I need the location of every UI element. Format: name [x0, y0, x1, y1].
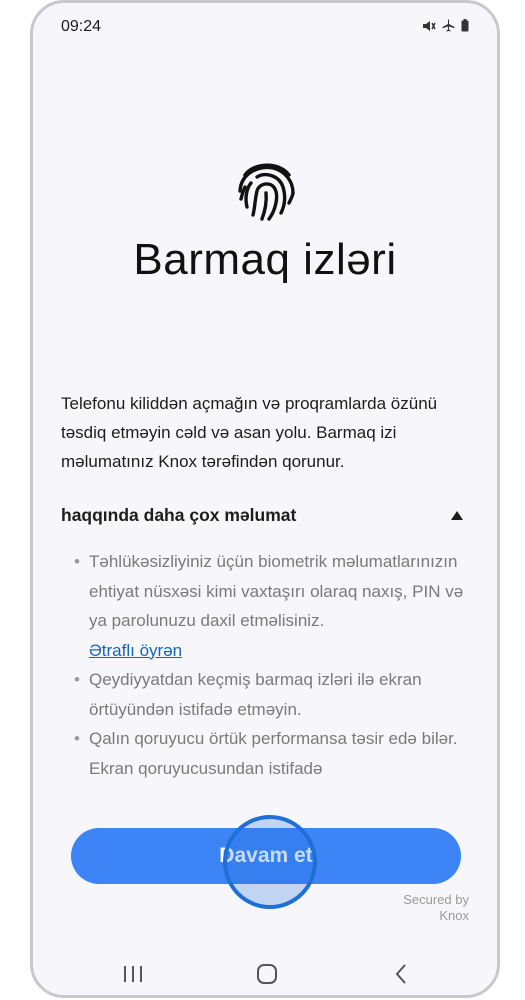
page-title: Barmaq izləri [133, 235, 397, 284]
home-icon[interactable] [247, 959, 287, 989]
mute-icon [422, 19, 436, 37]
tip-text: Təhlükəsizliyiniz üçün biometrik məlumat… [89, 552, 464, 630]
status-icons [422, 19, 469, 37]
fingerprint-icon [233, 155, 301, 223]
phone-screen: 09:24 Barmaq izləri Telefonu kiliddən aç… [30, 0, 500, 998]
back-icon[interactable] [381, 959, 421, 989]
tips-list: Təhlükəsizliyiniz üçün biometrik məlumat… [69, 547, 469, 801]
navigation-bar [33, 953, 497, 993]
tap-indicator [223, 815, 317, 909]
list-item: Qeydiyyatdan keçmiş barmaq izləri ilə ek… [69, 665, 469, 724]
status-bar: 09:24 [33, 3, 497, 49]
secured-by-label: Secured by [403, 892, 469, 907]
airplane-icon [442, 19, 455, 37]
recents-icon[interactable] [113, 959, 153, 989]
status-time: 09:24 [61, 18, 102, 35]
scroll-fade [63, 773, 467, 803]
list-item: Təhlükəsizliyiniz üçün biometrik məlumat… [69, 547, 469, 665]
tip-text: Qeydiyyatdan keçmiş barmaq izləri ilə ek… [89, 670, 422, 719]
learn-more-link[interactable]: Ətraflı öyrən [89, 636, 469, 666]
tip-text: Qalın qoruyucu örtük performansa təsir e… [89, 729, 458, 778]
secured-by-knox: Secured by Knox [403, 892, 469, 924]
chevron-up-icon[interactable] [451, 511, 463, 520]
battery-icon [461, 19, 469, 37]
knox-label: Knox [439, 908, 469, 923]
description-text: Telefonu kiliddən açmağın və proqramlard… [61, 394, 438, 471]
more-info-toggle[interactable]: haqqında daha çox məlumat [61, 505, 469, 531]
more-info-label: haqqında daha çox məlumat [61, 505, 297, 525]
